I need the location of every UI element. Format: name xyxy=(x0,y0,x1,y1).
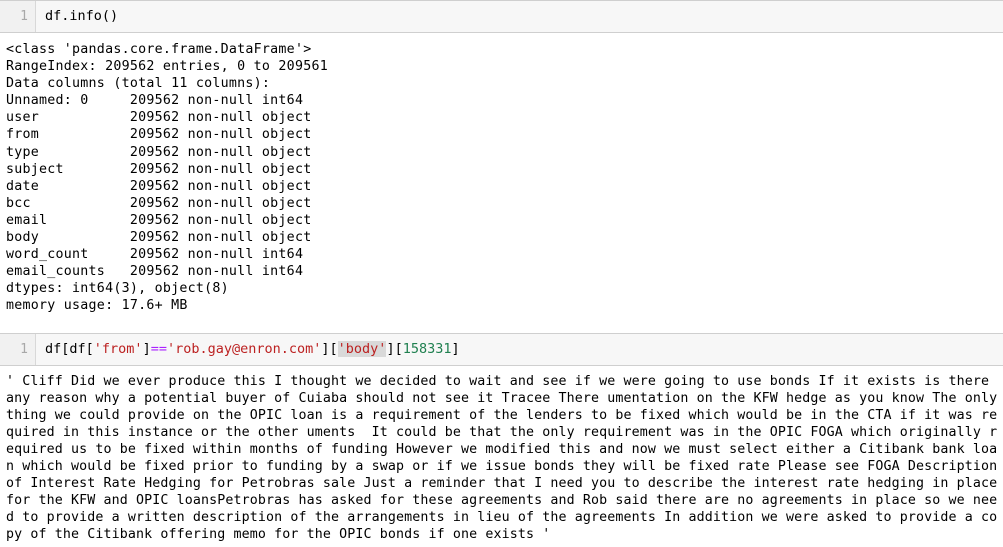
cell-output-stream: <class 'pandas.core.frame.DataFrame'> Ra… xyxy=(0,33,1003,319)
code-token-plain: ][ xyxy=(321,341,337,357)
code-token-plain: ] xyxy=(143,341,151,357)
notebook-cell[interactable]: 1 df[df['from']=='rob.gay@enron.com']['b… xyxy=(0,333,1003,366)
code-token-operator: == xyxy=(151,341,167,357)
code-token-string: 'rob.gay@enron.com' xyxy=(167,341,321,357)
code-token-plain: df[df[ xyxy=(45,341,94,357)
code-token-string: 'from' xyxy=(94,341,143,357)
code-input-cell[interactable]: 1 df.info() xyxy=(0,0,1003,33)
notebook-cell[interactable]: 1 df.info() xyxy=(0,0,1003,33)
cell-prompt-number: 1 xyxy=(0,1,36,32)
code-token-plain: ] xyxy=(452,341,460,357)
cell-prompt-number: 1 xyxy=(0,334,36,365)
code-input-cell[interactable]: 1 df[df['from']=='rob.gay@enron.com']['b… xyxy=(0,333,1003,366)
notebook-container: 1 df.info() <class 'pandas.core.frame.Da… xyxy=(0,0,1003,547)
code-token-string-highlighted: 'body' xyxy=(338,341,387,357)
code-token-plain: ][ xyxy=(386,341,402,357)
code-token-number: 158331 xyxy=(403,341,452,357)
code-editor-line[interactable]: df[df['from']=='rob.gay@enron.com']['bod… xyxy=(36,334,1003,365)
code-editor-line[interactable]: df.info() xyxy=(36,1,1003,32)
cell-output-result: ' Cliff Did we ever produce this I thoug… xyxy=(0,366,1003,547)
cell-gap-spacer xyxy=(0,319,1003,333)
